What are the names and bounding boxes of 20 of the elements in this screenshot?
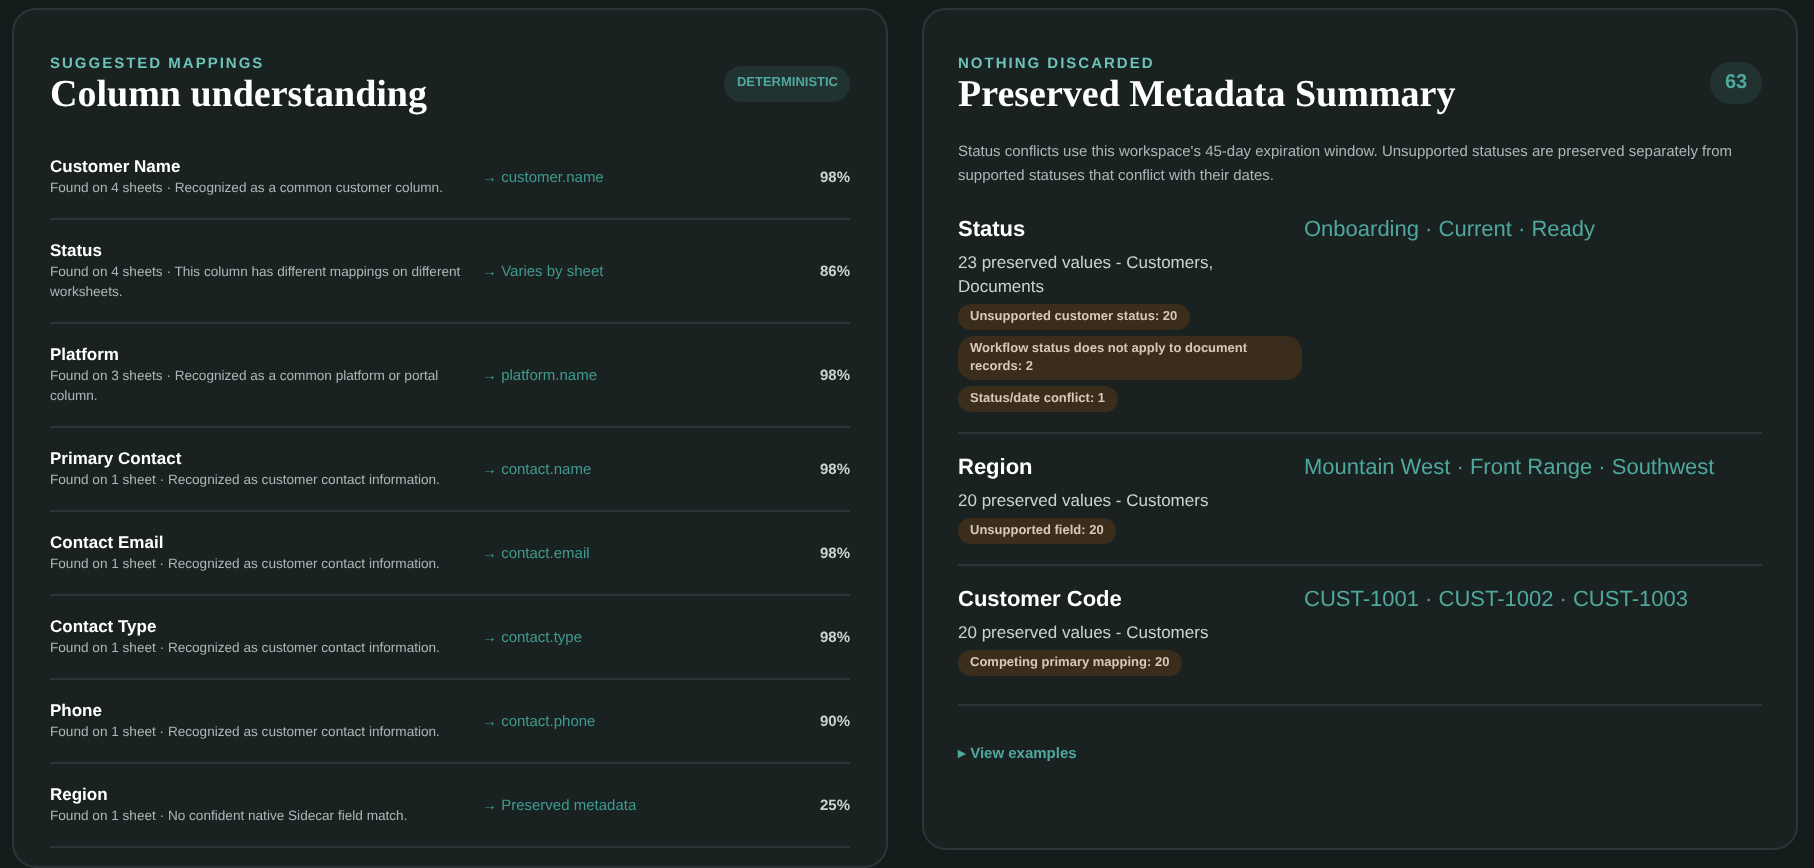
field-meta: 20 preserved values - Customers — [958, 620, 1209, 644]
field-meta: 23 preserved values - Customers, Documents — [958, 250, 1216, 298]
column-name: Contact Email — [50, 530, 166, 554]
column-name: Phone — [50, 698, 104, 722]
count-badge: 63 — [1710, 62, 1762, 104]
field-name: Region — [958, 454, 1033, 482]
column-name: Status — [50, 238, 104, 262]
column-name: Region — [50, 782, 110, 806]
field-name: Status — [958, 216, 1026, 244]
column-name: Contact Type — [50, 614, 159, 638]
field-meta: 20 preserved values - Customers — [958, 488, 1209, 512]
field-name: Customer Code — [958, 586, 1122, 614]
example-values: CUST-1001 · CUST-1002 · CUST-1003 — [1304, 586, 1688, 616]
example-values: Onboarding · Current · Ready — [1304, 216, 1596, 246]
card-title: Preserved Metadata Summary — [958, 72, 1456, 120]
column-name: Platform — [50, 342, 121, 366]
card-title: Column understanding — [50, 72, 427, 120]
column-name: Customer Name — [50, 154, 183, 178]
column-name: Primary Contact — [50, 446, 184, 470]
example-values: Mountain West · Front Range · Southwest — [1304, 454, 1715, 484]
